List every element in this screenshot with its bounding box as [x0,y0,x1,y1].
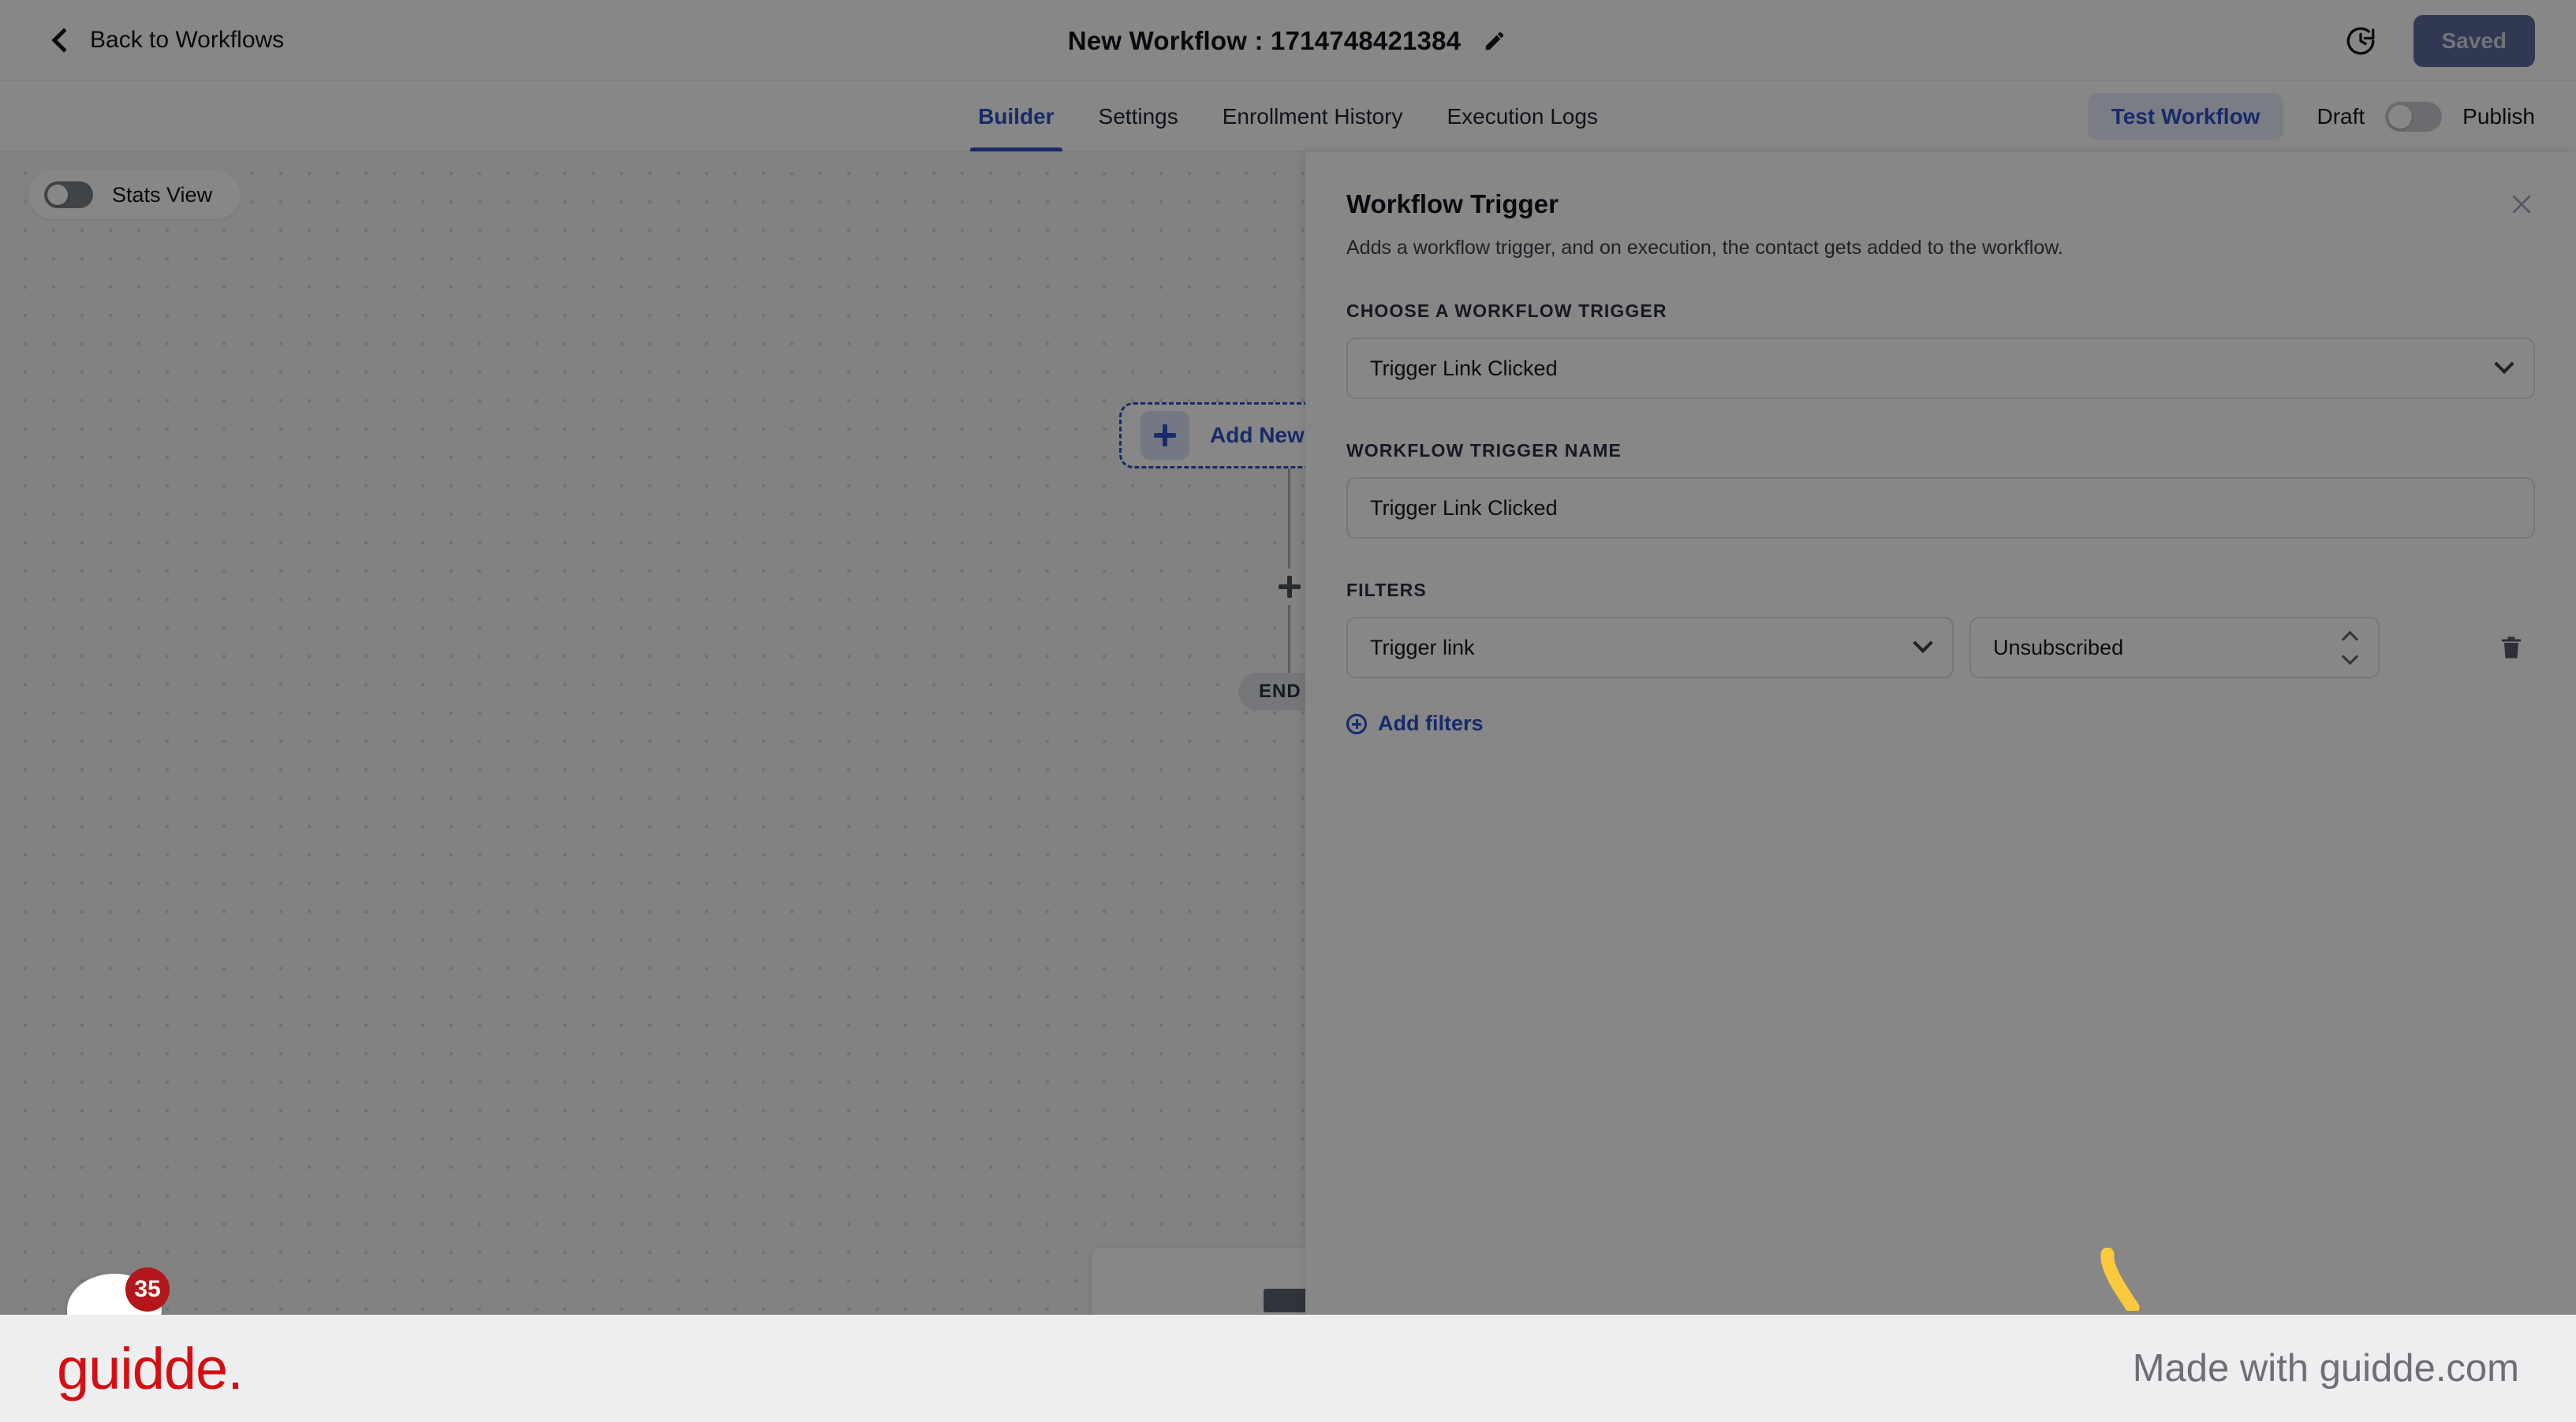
filter-field-value: Trigger link [1370,635,1475,659]
chevron-left-icon [51,28,77,53]
guidde-banner: guidde. Made with guidde.com [0,1315,2576,1422]
close-icon[interactable] [2503,186,2540,222]
chevron-down-icon [2494,353,2514,375]
choose-trigger-select[interactable]: Trigger Link Clicked [1346,338,2535,399]
choose-trigger-group: CHOOSE A WORKFLOW TRIGGER Trigger Link C… [1346,300,2535,399]
filter-value-select[interactable]: Unsubscribed [1969,617,2380,678]
tab-bar: Builder Settings Enrollment History Exec… [0,81,2576,151]
tab-bar-right-actions: Test Workflow Draft Publish [2087,81,2535,151]
circle-plus-icon [1346,713,1367,734]
choose-trigger-label: CHOOSE A WORKFLOW TRIGGER [1346,300,1667,321]
stats-view-toggle[interactable]: Stats View [28,170,241,219]
chevron-down-icon [1913,633,1933,654]
top-bar-right-actions: Saved [2343,0,2535,81]
add-filters-label: Add filters [1378,711,1484,735]
trash-icon[interactable] [2488,624,2535,671]
tab-execution-logs[interactable]: Execution Logs [1424,81,1619,151]
back-to-workflows-label: Back to Workflows [90,27,285,53]
panel-subtitle: Adds a workflow trigger, and on executio… [1346,237,2063,259]
filter-field-select[interactable]: Trigger link [1346,617,1954,678]
notification-count-badge: 35 [125,1267,170,1312]
back-to-workflows-button[interactable]: Back to Workflows [51,27,285,54]
guidde-logo: guidde. [57,1335,244,1401]
add-filters-button[interactable]: Add filters [1346,711,1484,736]
stats-view-label: Stats View [112,182,213,207]
publish-toggle-group: Draft Publish [2317,101,2535,132]
saved-button[interactable]: Saved [2413,14,2535,67]
clock-history-icon[interactable] [2343,23,2379,59]
made-with-guidde-label: Made with guidde.com [2132,1347,2519,1390]
publish-toggle[interactable] [2385,101,2443,132]
chevron-up-down-icon [2341,630,2359,665]
plus-icon [1141,411,1189,460]
stats-view-switch-knob [47,185,68,205]
add-step-plus-icon[interactable] [1271,569,1308,605]
top-bar: Back to Workflows New Workflow : 1714748… [0,0,2576,81]
test-workflow-button[interactable]: Test Workflow [2087,92,2284,140]
publish-toggle-knob [2388,104,2413,129]
workflow-builder-app: Back to Workflows New Workflow : 1714748… [0,0,2576,1422]
workflow-title-group: New Workflow : 1714748421384 [0,0,2576,81]
trigger-name-value: Trigger Link Clicked [1370,495,1558,520]
filters-label: FILTERS [1346,580,1427,600]
trigger-name-input[interactable]: Trigger Link Clicked [1346,477,2535,539]
tab-builder[interactable]: Builder [956,81,1076,151]
filter-row: Trigger link Unsubscribed [1346,617,2535,678]
draft-label: Draft [2317,103,2365,129]
pencil-icon[interactable] [1481,28,1508,54]
choose-trigger-value: Trigger Link Clicked [1370,356,1558,380]
tab-settings[interactable]: Settings [1077,81,1200,151]
stats-view-switch[interactable] [44,181,93,208]
tab-enrollment-history[interactable]: Enrollment History [1200,81,1425,151]
filter-value-value: Unsubscribed [1993,635,2124,659]
filters-group: FILTERS Trigger link Unsubscribed Add fi… [1346,580,2535,738]
trigger-name-group: WORKFLOW TRIGGER NAME Trigger Link Click… [1346,440,2535,539]
trigger-name-label: WORKFLOW TRIGGER NAME [1346,440,1622,461]
workflow-trigger-panel: Workflow Trigger Adds a workflow trigger… [1305,151,2576,1422]
annotation-stroke [2100,1248,2140,1311]
publish-label: Publish [2462,103,2535,129]
panel-title: Workflow Trigger [1346,189,1559,218]
page-title: New Workflow : 1714748421384 [1067,25,1462,55]
